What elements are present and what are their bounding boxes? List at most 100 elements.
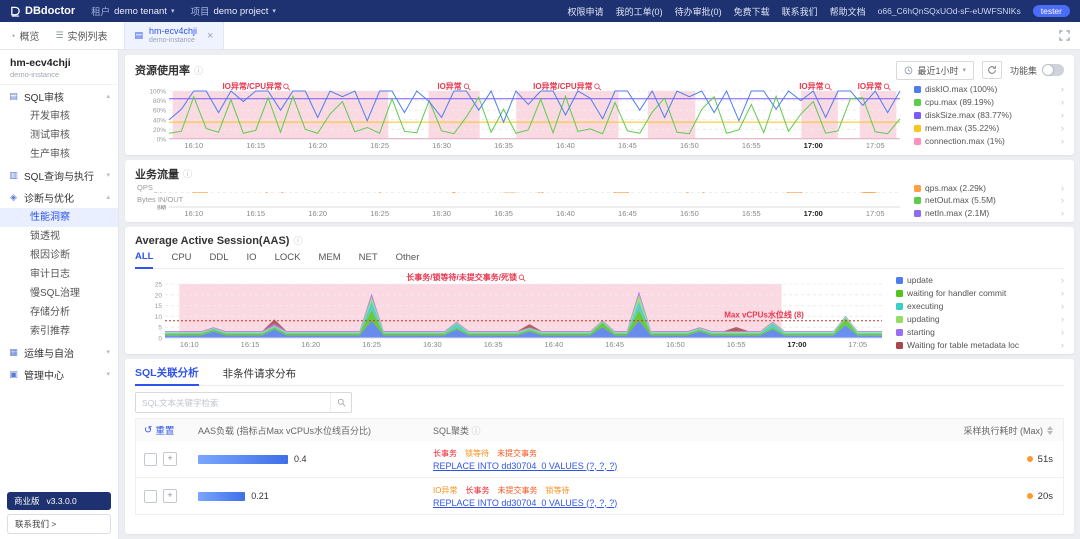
legend-item[interactable]: cpu.max (89.19%) › [914, 97, 1064, 107]
tab-DDL[interactable]: DDL [210, 250, 229, 268]
nav-link[interactable]: 帮助文档 [830, 5, 866, 18]
legend-item[interactable]: Waiting for table metadata loc › [896, 340, 1064, 350]
chevron-right-icon[interactable]: › [1061, 123, 1064, 133]
sidebar-item-生产审核[interactable]: 生产审核 [0, 145, 118, 164]
sql-search-input[interactable] [136, 397, 330, 408]
row-checkbox[interactable] [144, 452, 157, 466]
close-tab-icon[interactable]: × [207, 30, 213, 42]
reset-button[interactable]: ↺ 重置 [136, 423, 174, 438]
info-icon[interactable]: ⓘ [183, 167, 192, 180]
sql-text-link[interactable]: REPLACE INTO dd30704_0 VALUES (?, ?, ?) [433, 498, 915, 508]
legend-item[interactable]: update › [896, 275, 1064, 285]
chevron-right-icon[interactable]: › [1061, 301, 1064, 311]
legend-item[interactable]: diskSize.max (83.77%) › [914, 110, 1064, 120]
tab-bar: ◔ 概览 ☰ 实例列表 ▤ hm-ecv4chji demo-instance … [0, 22, 1080, 50]
sidebar-item-慢SQL治理[interactable]: 慢SQL治理 [0, 284, 118, 303]
bytes-chart[interactable]: 6M 3M 0 16:10 16:15 16:20 16:25 16:30 16:35 16:40… [135, 204, 906, 218]
legend-item[interactable]: waiting for handler commit › [896, 288, 1064, 298]
info-icon[interactable]: ⓘ [472, 426, 481, 436]
nav-link[interactable]: 待办审批(0) [675, 5, 722, 18]
chevron-right-icon[interactable]: › [1061, 275, 1064, 285]
project-select[interactable]: 项目 demo project ▾ [190, 4, 275, 19]
info-icon[interactable]: ⓘ [194, 64, 203, 77]
tenant-select[interactable]: 租户 demo tenant ▾ [91, 4, 174, 19]
svg-text:16:10: 16:10 [184, 192, 203, 193]
chevron-right-icon[interactable]: › [1061, 97, 1064, 107]
sidebar-item-索引推荐[interactable]: 索引推荐 [0, 322, 118, 341]
tab-IO[interactable]: IO [247, 250, 257, 268]
legend-item[interactable]: connection.max (1%) › [914, 136, 1064, 146]
chevron-right-icon[interactable]: › [1061, 327, 1064, 337]
chevron-right-icon[interactable]: › [1061, 340, 1064, 350]
sidebar-item-存储分析[interactable]: 存储分析 [0, 303, 118, 322]
logo[interactable]: DBdoctor [10, 5, 75, 17]
tab-instance-active[interactable]: ▤ hm-ecv4chji demo-instance × [123, 22, 225, 49]
sidebar-item-审计日志[interactable]: 审计日志 [0, 265, 118, 284]
sort-icon[interactable] [1047, 425, 1053, 435]
chevron-right-icon[interactable]: › [1061, 314, 1064, 324]
sidebar-group-管理中心[interactable]: ▣ 管理中心 ▾ [0, 363, 118, 385]
feature-set-toggle[interactable] [1042, 64, 1064, 76]
svg-text:17:00: 17:00 [804, 192, 823, 193]
tab-CPU[interactable]: CPU [171, 250, 191, 268]
nav-link[interactable]: 联系我们 [782, 5, 818, 18]
nav-link[interactable]: 权限申请 [568, 5, 604, 18]
col-exec-time[interactable]: 采样执行耗时 (Max) [923, 424, 1063, 437]
legend-item[interactable]: executing › [896, 301, 1064, 311]
traffic-card-title: 业务流量 ⓘ [135, 167, 193, 181]
info-icon[interactable]: ⓘ [293, 234, 302, 247]
chevron-right-icon[interactable]: › [1061, 208, 1064, 218]
legend-item[interactable]: updating › [896, 314, 1064, 324]
refresh-button[interactable] [981, 61, 1002, 79]
tab-ALL[interactable]: ALL [135, 249, 154, 269]
sidebar-item-根因诊断[interactable]: 根因诊断 [0, 246, 118, 265]
table-row[interactable]: +0.21 IO异常 长事务 未提交事务 锁等待 REPLACE INTO dd30704… [135, 478, 1064, 515]
tab-Other[interactable]: Other [396, 250, 420, 268]
sidebar-group-运维与自治[interactable]: ▦ 运维与自治 ▾ [0, 341, 118, 363]
tab-NET[interactable]: NET [359, 250, 378, 268]
chevron-right-icon[interactable]: › [1061, 84, 1064, 94]
aas-chart[interactable]: 25 20 15 10 5 0 Max vCPUs水位线 (8) 16:10 16:15 16:2… [135, 272, 888, 350]
sidebar-group-SQL审核[interactable]: ▤ SQL审核 ▴ [0, 85, 118, 107]
nav-link[interactable]: 免费下载 [734, 5, 770, 18]
chevron-right-icon[interactable]: › [1061, 288, 1064, 298]
legend-item[interactable]: qps.max (2.29k) › [914, 183, 1064, 193]
legend-swatch [896, 328, 903, 336]
legend-item[interactable]: starting › [896, 327, 1064, 337]
row-expander[interactable]: + [163, 489, 177, 503]
chevron-right-icon[interactable]: › [1061, 195, 1064, 205]
tab-MEM[interactable]: MEM [318, 250, 340, 268]
fullscreen-icon[interactable] [1049, 30, 1080, 41]
sidebar-item-性能洞察[interactable]: 性能洞察 [0, 208, 118, 227]
row-checkbox[interactable] [144, 489, 157, 503]
nav-link[interactable]: 我的工单(0) [616, 5, 663, 18]
row-expander[interactable]: + [163, 452, 177, 466]
tab-instance-list[interactable]: ☰ 实例列表 [55, 28, 107, 43]
search-icon[interactable] [330, 393, 351, 412]
legend-item[interactable]: netOut.max (5.5M) › [914, 195, 1064, 205]
contact-us-button[interactable]: 联系我们 > [7, 514, 111, 534]
table-row[interactable]: +0.4 长事务 锁等待 未提交事务 REPLACE INTO dd30704_0 VA… [135, 441, 1064, 478]
legend-item[interactable]: netIn.max (2.1M) › [914, 208, 1064, 218]
tab-SQL关联分析[interactable]: SQL关联分析 [135, 364, 199, 386]
user-id[interactable]: o66_C6hQnSQxUOd-sF-eUWFSNIKs [878, 6, 1021, 16]
time-range-select[interactable]: 最近1小时 ▾ [896, 60, 974, 80]
chevron-right-icon[interactable]: › [1061, 136, 1064, 146]
tab-LOCK[interactable]: LOCK [275, 250, 301, 268]
legend-item[interactable]: diskIO.max (100%) › [914, 84, 1064, 94]
legend-item[interactable]: mem.max (35.22%) › [914, 123, 1064, 133]
sidebar-group-诊断与优化[interactable]: ◈ 诊断与优化 ▴ [0, 186, 118, 208]
chevron-right-icon[interactable]: › [1061, 110, 1064, 120]
sidebar-item-锁透视[interactable]: 锁透视 [0, 227, 118, 246]
sidebar-group-SQL查询与执行[interactable]: ▥ SQL查询与执行 ▾ [0, 164, 118, 186]
chevron-right-icon[interactable]: › [1061, 183, 1064, 193]
sql-text-link[interactable]: REPLACE INTO dd30704_0 VALUES (?, ?, ?) [433, 461, 915, 471]
sidebar-item-测试审核[interactable]: 测试审核 [0, 126, 118, 145]
tab-overview[interactable]: ◔ 概览 [10, 28, 39, 44]
qps-chart[interactable]: 2.5k1.5k50016:1016:1516:2016:2516:3016:3… [135, 192, 906, 193]
sidebar-item-开发审核[interactable]: 开发审核 [0, 107, 118, 126]
tab-非条件请求分布[interactable]: 非条件请求分布 [223, 365, 297, 385]
instance-doc-icon: ▤ [134, 30, 144, 40]
list-icon: ☰ [55, 30, 64, 40]
resource-usage-chart[interactable]: 100% 80% 60% 40% 20% 0% 16:10 16:15 16:20 16:25 16… [135, 81, 906, 151]
